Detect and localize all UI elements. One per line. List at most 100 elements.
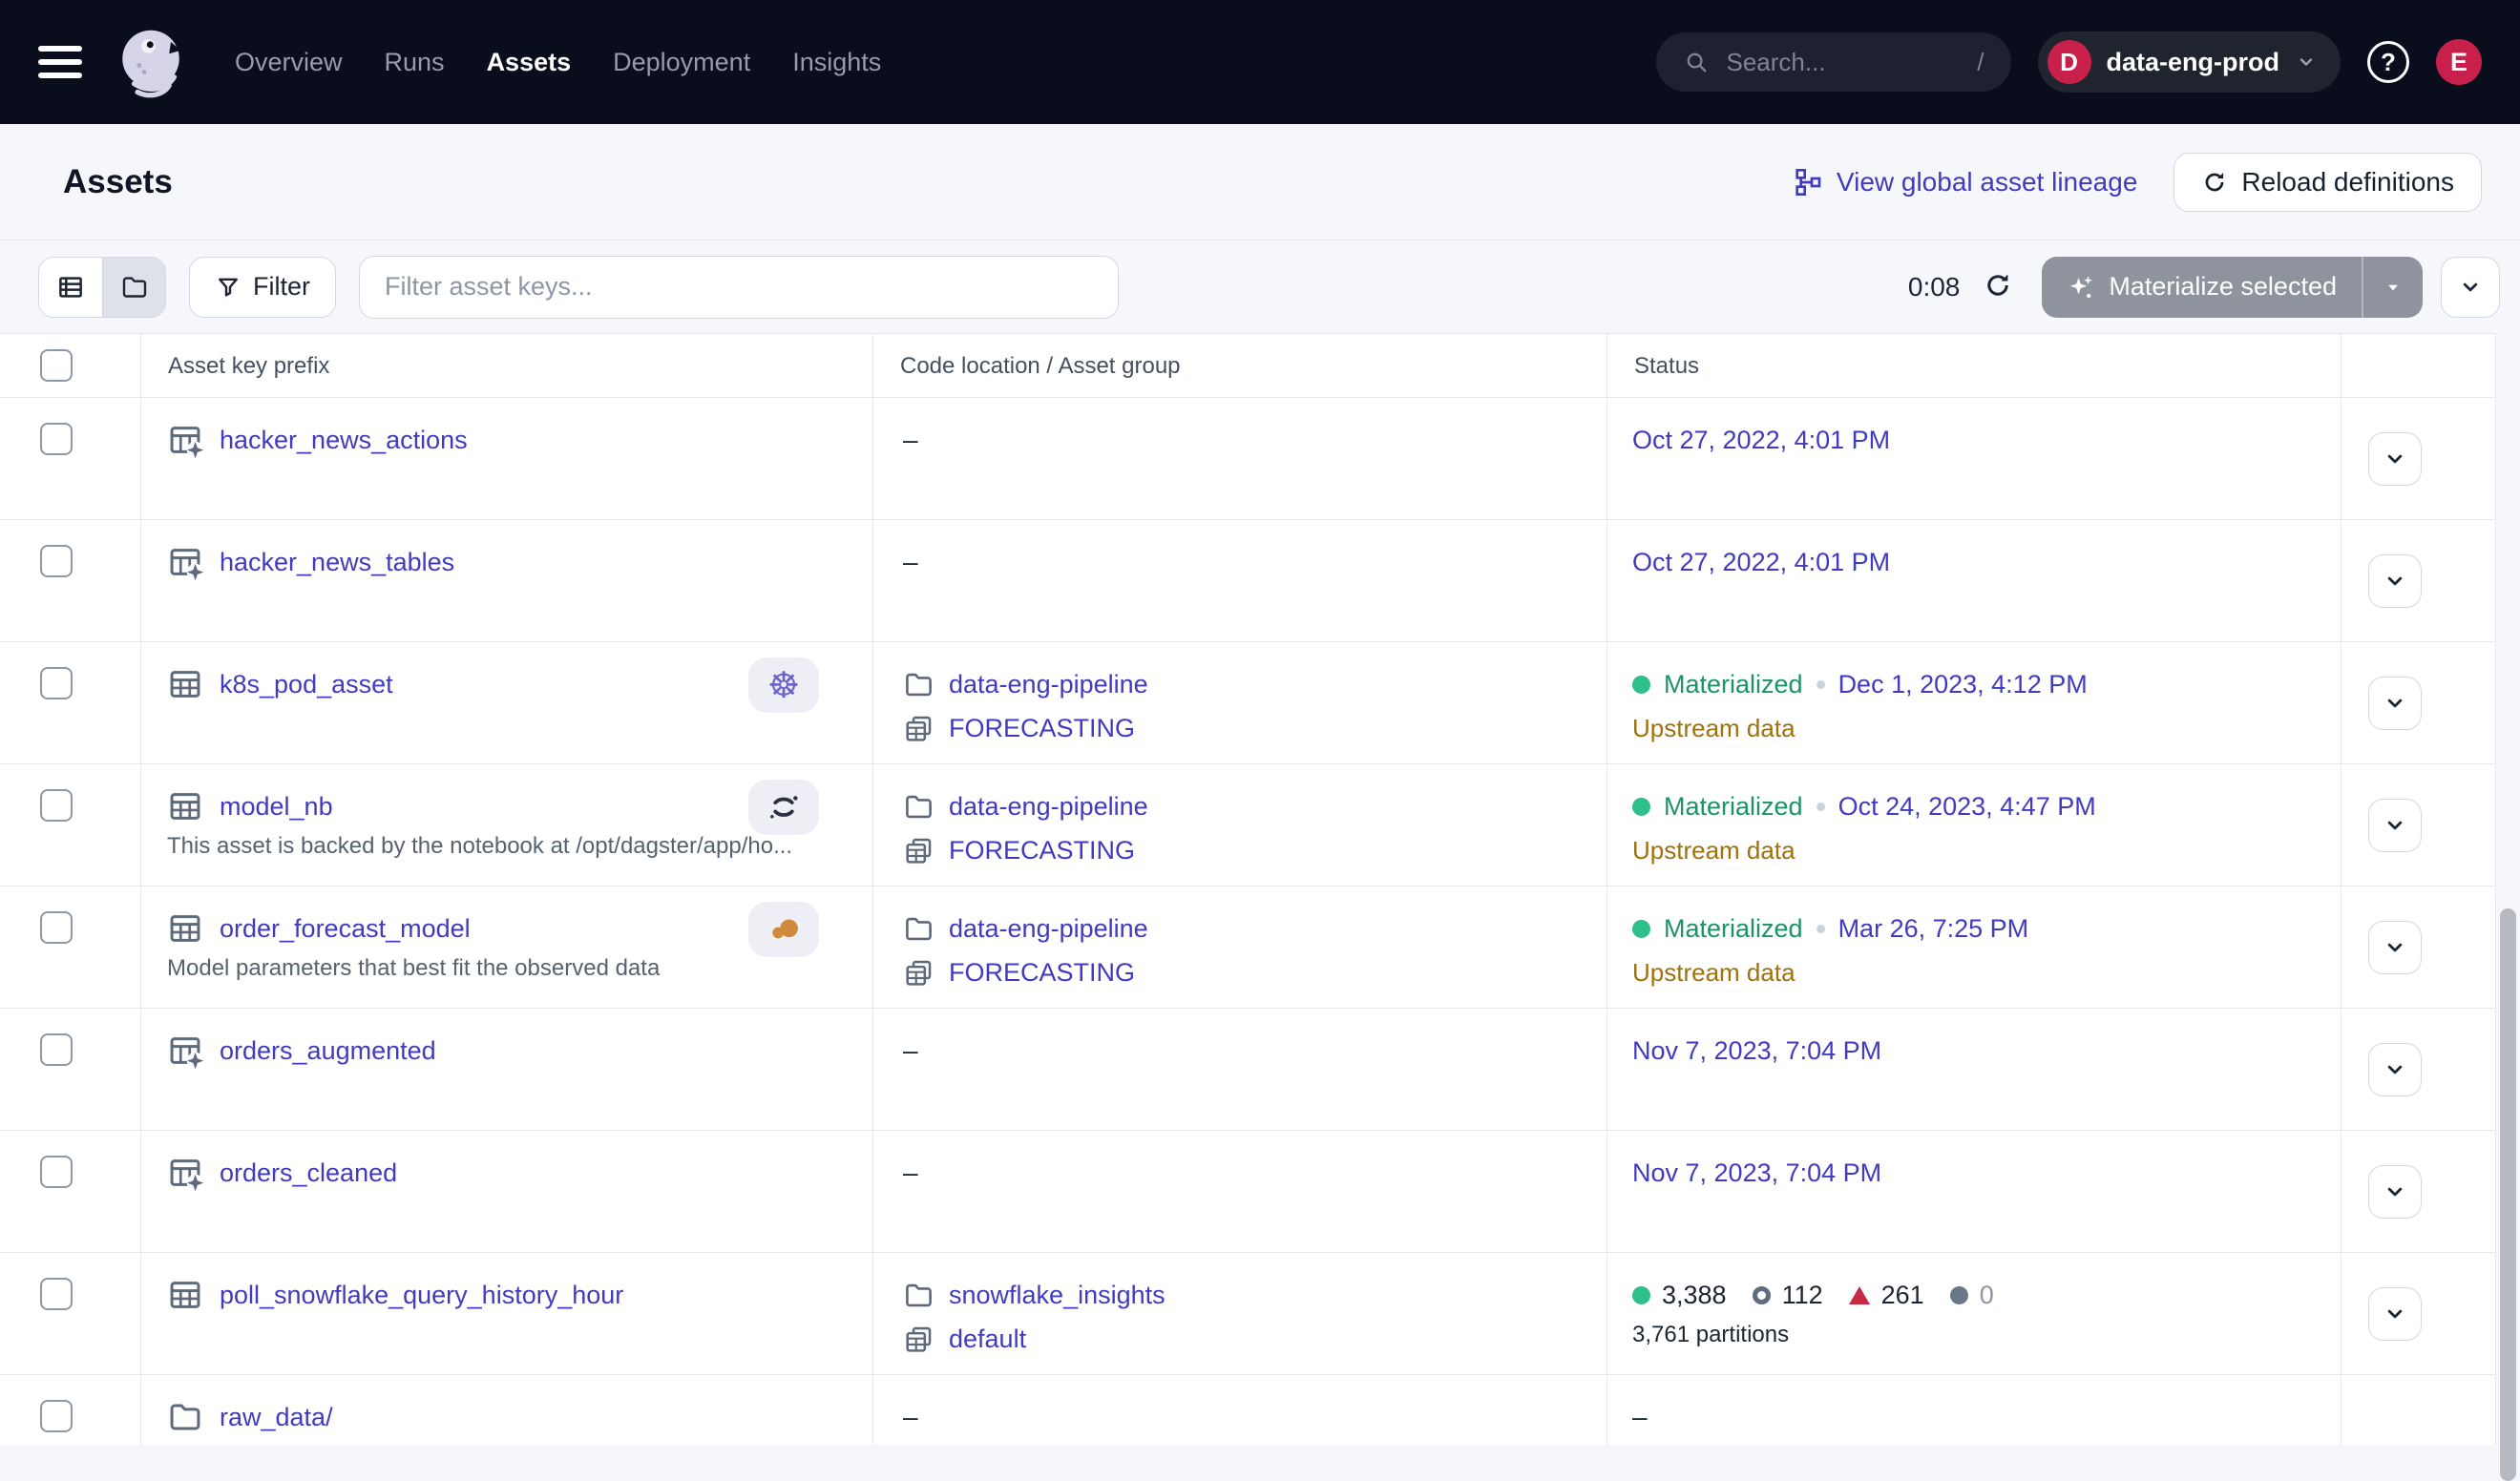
table-row: hacker_news_tables – Oct 27, 2022, 4:01 … [0,520,2495,642]
menu-icon[interactable] [38,46,82,78]
materialization-timestamp-link[interactable]: Mar 26, 7:25 PM [1838,914,2029,944]
asset-prefix-icon [167,1155,203,1191]
materialize-options-button[interactable] [2363,257,2423,318]
view-global-asset-lineage-link[interactable]: View global asset lineage [1793,167,2137,198]
column-header-asset-key-prefix: Asset key prefix [141,334,873,397]
dagster-logo[interactable] [111,22,191,102]
asset-link[interactable]: orders_cleaned [220,1158,397,1188]
nav-item-deployment[interactable]: Deployment [613,48,750,77]
bulk-actions-menu-button[interactable] [2441,257,2500,318]
row-checkbox[interactable] [40,789,73,822]
filter-button[interactable]: Filter [189,257,336,318]
reload-definitions-button[interactable]: Reload definitions [2174,153,2482,212]
asset-link[interactable]: k8s_pod_asset [220,670,393,699]
row-checkbox[interactable] [40,911,73,944]
asset-link[interactable]: hacker_news_tables [220,548,454,577]
search-placeholder: Search... [1727,48,1826,77]
upstream-data-tag[interactable]: Upstream data [1632,714,1796,743]
folder-icon [903,1280,934,1311]
row-checkbox[interactable] [40,1278,73,1310]
row-expand-button[interactable] [2368,677,2422,730]
page-title: Assets [63,163,173,201]
upstream-data-tag[interactable]: Upstream data [1632,836,1796,866]
lineage-icon [1793,167,1823,198]
materialized-dot [1632,1286,1650,1304]
deployment-badge: D [2048,40,2091,84]
help-button[interactable]: ? [2367,41,2409,83]
row-checkbox[interactable] [40,1156,73,1188]
row-checkbox[interactable] [40,423,73,455]
folder-view-button[interactable] [102,258,165,317]
chevron-down-icon [2382,812,2408,839]
row-expand-button[interactable] [2368,921,2422,974]
refresh-button[interactable] [1981,270,2015,304]
chevron-down-icon [2382,1179,2408,1205]
row-checkbox[interactable] [40,1400,73,1432]
select-all-checkbox[interactable] [40,349,73,382]
asset-link[interactable]: hacker_news_actions [220,426,468,455]
row-expand-button[interactable] [2368,432,2422,486]
row-checkbox[interactable] [40,545,73,577]
separator-dot [1816,925,1825,933]
nav-item-assets[interactable]: Assets [487,48,572,77]
materialization-timestamp-link[interactable]: Oct 24, 2023, 4:47 PM [1838,792,2096,822]
materialized-label: Materialized [1664,792,1803,822]
chevron-down-icon [2382,690,2408,717]
materialization-timestamp-link[interactable]: Nov 7, 2023, 7:04 PM [1632,1036,1881,1066]
row-expand-button[interactable] [2368,1165,2422,1219]
materialized-dot [1632,798,1650,816]
materialization-timestamp-link[interactable]: Dec 1, 2023, 4:12 PM [1838,670,2088,699]
materialization-timestamp-link[interactable]: Nov 7, 2023, 7:04 PM [1632,1158,1881,1188]
asset-group-icon [903,1324,934,1355]
code-location-link[interactable]: data-eng-pipeline [949,792,1148,822]
code-location-link[interactable]: data-eng-pipeline [949,914,1148,944]
materialize-selected-split-button: Materialize selected [2042,257,2423,318]
asset-group-link[interactable]: FORECASTING [949,958,1135,988]
asset-group-link[interactable]: FORECASTING [949,714,1135,743]
table-row: raw_data/ – – [0,1375,2495,1445]
column-header-code-location: Code location / Asset group [873,334,1607,397]
asset-link[interactable]: orders_augmented [220,1036,436,1066]
materialization-timestamp-link[interactable]: Oct 27, 2022, 4:01 PM [1632,426,1890,455]
scrollbar-track[interactable] [2497,333,2520,1445]
in-progress-count: 0 [1950,1281,1994,1310]
list-view-button[interactable] [39,258,102,317]
materialization-timestamp-link[interactable]: Oct 27, 2022, 4:01 PM [1632,548,1890,577]
asset-table-icon [167,788,203,824]
partition-status-counts: 3,388 112 261 0 [1632,1274,2341,1316]
row-expand-button[interactable] [2368,1043,2422,1096]
row-checkbox[interactable] [40,1033,73,1066]
materialize-selected-button[interactable]: Materialize selected [2042,257,2362,318]
chevron-down-icon [2382,568,2408,594]
asset-link[interactable]: order_forecast_model [220,914,471,944]
nav-item-overview[interactable]: Overview [235,48,343,77]
asset-group-link[interactable]: default [949,1325,1026,1354]
row-expand-button[interactable] [2368,554,2422,608]
code-location-link[interactable]: snowflake_insights [949,1281,1166,1310]
row-checkbox[interactable] [40,667,73,699]
nav-item-insights[interactable]: Insights [792,48,881,77]
row-expand-button[interactable] [2368,1287,2422,1341]
avatar[interactable]: E [2436,39,2482,85]
filter-asset-keys-input[interactable] [359,256,1119,319]
filter-icon [215,274,242,301]
upstream-data-tag[interactable]: Upstream data [1632,958,1796,988]
search-shortcut-hint: / [1977,48,1984,77]
row-expand-button[interactable] [2368,799,2422,852]
code-location-link[interactable]: data-eng-pipeline [949,670,1148,699]
refresh-countdown: 0:08 [1908,272,1961,302]
location-empty: – [903,541,1606,583]
asset-link[interactable]: poll_snowflake_query_history_hour [220,1281,623,1310]
noteable-logo-badge [748,902,819,957]
scrollbar-thumb[interactable] [2500,908,2516,1481]
asset-link[interactable]: raw_data/ [220,1403,333,1432]
global-search-input[interactable]: Search... / [1656,32,2011,92]
nav-item-runs[interactable]: Runs [385,48,445,77]
asset-table-icon [167,1277,203,1313]
asset-group-link[interactable]: FORECASTING [949,836,1135,866]
asset-prefix-icon [167,422,203,458]
asset-link[interactable]: model_nb [220,792,333,822]
deployment-switcher[interactable]: D data-eng-prod [2038,31,2342,93]
asset-prefix-icon [167,544,203,580]
column-header-status: Status [1607,334,2342,397]
